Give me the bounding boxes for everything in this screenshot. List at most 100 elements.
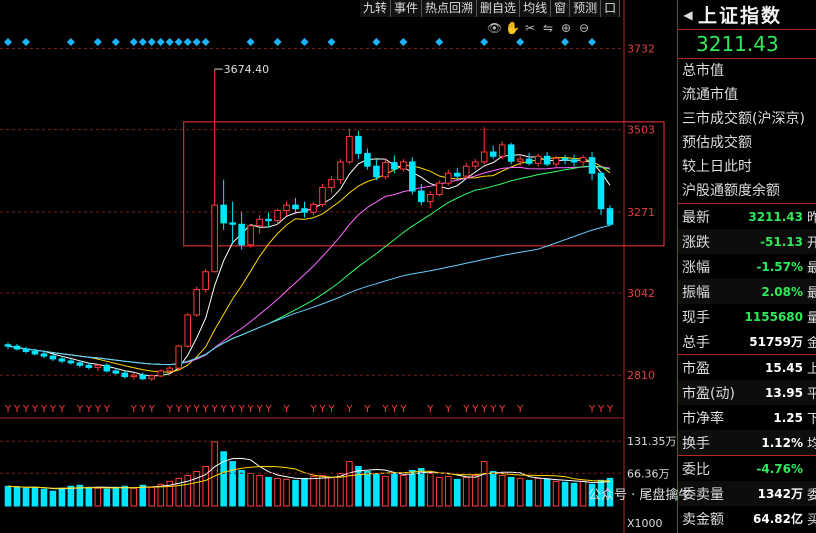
volume-bar [22,487,30,507]
candle-body [427,194,434,203]
candle-body [471,161,479,167]
signal-diamond [516,38,525,46]
volume-bar [328,476,335,507]
volume-bar [130,487,138,507]
quote-row: 市净率 1.25 下 [678,405,816,430]
candle-body [418,190,425,203]
volume-bar [561,481,569,507]
volume-bar [112,486,120,507]
signal-y: Y [229,404,237,415]
toolbar-ma-button[interactable]: 均线 [520,0,552,17]
signal-y: Y [462,404,470,415]
signal-diamond [138,38,147,46]
quote-value: 13.95 [765,385,803,400]
toolbar-jiuzhuan-button[interactable]: 九转 [360,0,392,17]
signal-y: Y [220,404,228,415]
candle-body [597,172,605,210]
quote-row: 最新 3211.43 昨 [678,204,816,229]
signal-y: Y [13,404,21,415]
quote-key: 涨幅 [682,259,710,276]
volume-bar [418,468,425,507]
signal-diamond [129,38,138,46]
candle-body [94,364,102,368]
toolbar-event-button[interactable]: 事件 [391,0,423,17]
toolbar-box-button[interactable]: 口 [601,0,621,17]
volume-bar [579,480,587,507]
volume-bar [13,486,21,507]
signal-y: Y [363,404,371,415]
candle-body [328,179,335,188]
toolbar-window-button[interactable]: 窗 [551,0,571,17]
candle-body [121,372,129,378]
volume-bar [49,490,57,507]
quote-panel: ◀ 上证指数 3211.43 总市值 流通市值 三市成交额(沪深京) 预估成交额 较上日… [677,0,816,533]
signal-y: Y [498,404,506,415]
consolidation-box [183,121,665,247]
market-label-5: 沪股通额度余额 [682,183,780,199]
eye-icon[interactable]: 👁 [487,21,502,35]
quote-row: 涨幅 -1.57% 最 [678,254,816,279]
signal-y: Y [597,404,605,415]
signal-y: Y [85,404,93,415]
kline-chart[interactable]: 373235033271304228103674.40Y Y Y Y Y Y Y Y Y Y Y Y Y… [0,0,677,533]
candle-body [31,350,39,355]
toolbar: 九转 事件 热点回溯 删自选 均线 窗 预测 口 [360,0,621,17]
signal-y: Y [148,404,156,415]
volume-bar [471,474,479,507]
quote-key: 换手 [682,435,710,452]
zoom-in-icon[interactable]: ⊕ [559,21,573,35]
y-tick-label: 2810 [627,369,655,382]
volume-bar [238,469,245,507]
volume-bar [274,477,281,507]
hand-icon[interactable]: ✋ [505,21,520,35]
signal-y: Y [76,404,84,415]
volume-bar [373,473,380,507]
toolbar-forecast-button[interactable]: 预测 [570,0,602,17]
volume-bar [148,486,156,507]
volume-bar [462,476,470,507]
signal-diamond [93,38,102,46]
volume-bar [435,476,443,507]
volume-bar [4,485,12,507]
quote-header: ◀ 上证指数 [678,0,816,30]
candle-body [85,364,93,368]
zoom-out-icon[interactable]: ⊖ [577,21,591,35]
candle-body [211,204,218,273]
quote-rows-orders: 委比 -4.76% 委卖量 1342万委卖金额 64.82亿买 [678,455,816,531]
volume-bar [85,486,93,507]
quote-value: 15.45 [765,360,803,375]
index-name: 上证指数 [698,5,783,27]
signal-y: Y [516,404,524,415]
signal-y: Y [49,404,57,415]
quote-suffix: 委 [807,488,816,503]
quote-row: 市盈(动) 13.95 平 [678,380,816,405]
volume-bar [409,469,416,507]
volume-bar [543,478,551,507]
compare-icon[interactable]: ⇋ [541,21,555,35]
quote-suffix: 下 [807,412,816,427]
candle-body [435,182,443,196]
volume-bar [570,482,578,507]
signal-y: Y [139,404,147,415]
signal-diamond [561,38,570,46]
signal-diamond [300,38,309,46]
quote-row: 市盈 15.45 上 [678,355,816,380]
collapse-arrow-icon[interactable]: ◀ [678,8,698,22]
candle-body [292,204,299,210]
signal-y: Y [345,404,353,415]
signal-diamond [372,38,381,46]
quote-suffix: 最 [807,286,816,301]
candle-body [274,209,281,222]
candle-body [337,161,344,181]
toolbar-remove-watchlist-button[interactable]: 删自选 [477,0,521,17]
signal-y: Y [193,404,201,415]
volume-bar [480,461,488,507]
candle-body [400,161,407,170]
toolbar-hotspot-button[interactable]: 热点回溯 [422,0,478,17]
volume-bar [489,470,497,507]
candle-body [283,204,290,211]
signal-diamond [147,38,156,46]
candle-body [543,155,551,165]
scissors-icon[interactable]: ✂ [523,21,537,35]
quote-suffix: 买 [807,513,816,528]
